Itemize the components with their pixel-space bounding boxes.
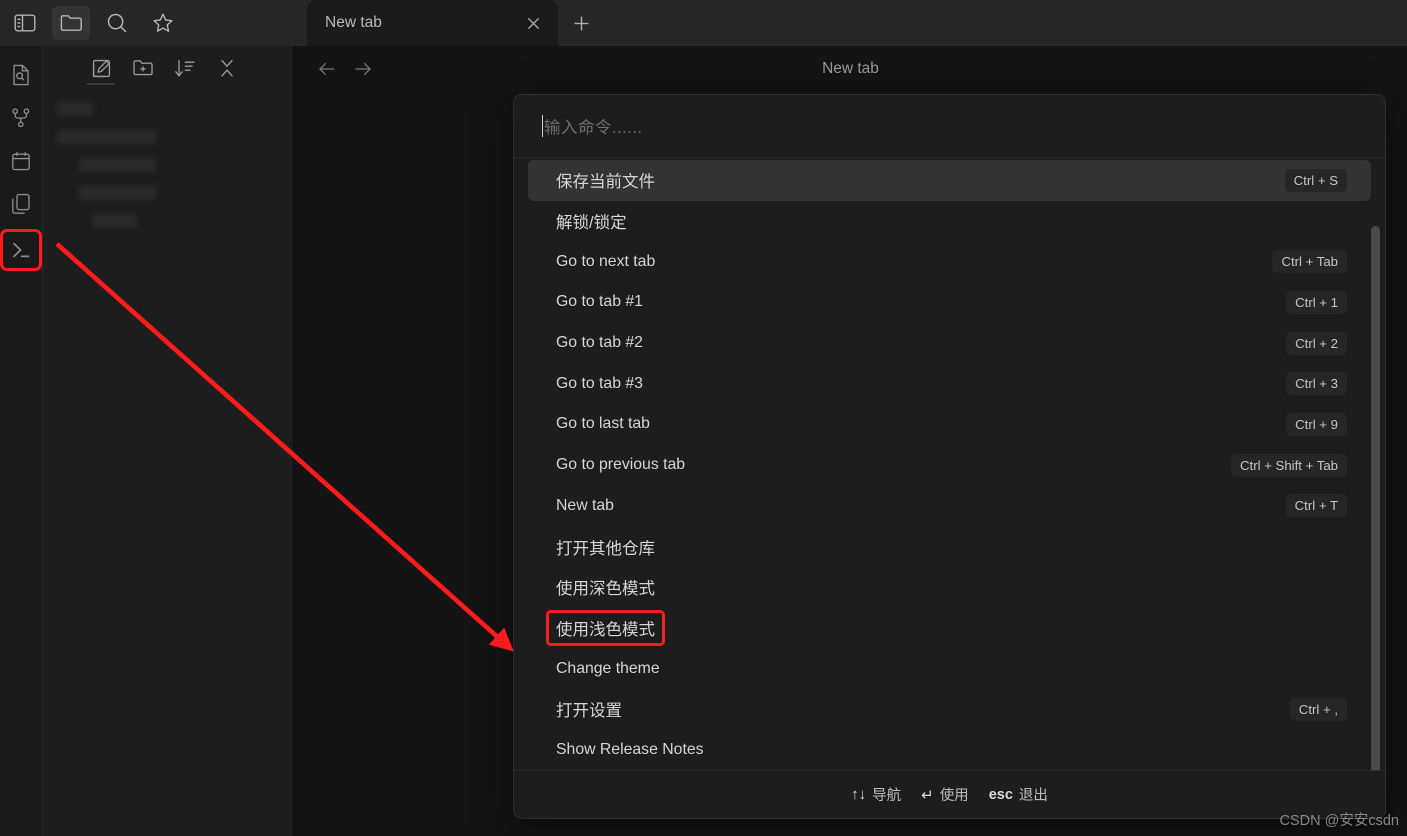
command-shortcut: Ctrl + T — [1285, 494, 1347, 518]
star-icon[interactable] — [144, 6, 182, 40]
file-search-icon[interactable] — [6, 60, 36, 90]
command-shortcut: Ctrl + 9 — [1286, 412, 1347, 436]
hint-navigate-label: 导航 — [872, 788, 902, 804]
command-item[interactable]: 解锁/锁定 — [528, 201, 1371, 242]
command-label: 保存当前文件 — [556, 173, 655, 192]
nav-arrow-group — [294, 58, 374, 80]
command-label: 使用浅色模式 — [546, 609, 665, 646]
command-item[interactable]: Go to last tab Ctrl + 9 — [528, 404, 1371, 445]
page-title: New tab — [822, 59, 879, 77]
enter-icon: ↵ — [921, 786, 934, 804]
command-item[interactable]: 打开其他仓库 — [528, 526, 1371, 567]
command-item[interactable]: Go to tab #2 Ctrl + 2 — [528, 323, 1371, 364]
command-label: 打开设置 — [556, 702, 622, 721]
command-item[interactable]: Go to previous tab Ctrl + Shift + Tab — [528, 445, 1371, 486]
top-bar: New tab — [0, 0, 1407, 46]
list-item[interactable] — [79, 186, 156, 200]
new-note-icon[interactable] — [87, 56, 115, 85]
new-tab-button[interactable] — [558, 0, 604, 46]
command-label: Show Release Notes — [556, 740, 704, 758]
sidebar-toolbar — [43, 46, 293, 90]
file-sidebar — [43, 46, 294, 836]
calendar-icon[interactable] — [6, 146, 36, 176]
esc-key-label: esc — [988, 786, 1013, 803]
activity-bar — [0, 46, 43, 836]
command-item-light-mode[interactable]: 使用浅色模式 — [528, 608, 1371, 649]
command-label: Go to previous tab — [556, 456, 686, 474]
command-item[interactable]: Show Release Notes — [528, 730, 1371, 770]
copy-files-icon[interactable] — [6, 189, 36, 219]
top-bar-icon-group — [0, 0, 182, 46]
command-item[interactable]: New tab Ctrl + T — [528, 486, 1371, 527]
hint-use: ↵ 使用 — [921, 784, 969, 805]
command-shortcut: Ctrl + , — [1289, 697, 1347, 721]
command-list: 保存当前文件 Ctrl + S 解锁/锁定 Go to next tab Ctr… — [514, 158, 1385, 770]
list-item[interactable] — [79, 158, 156, 172]
command-input-row[interactable]: 输入命令...... — [514, 95, 1385, 158]
command-label: Go to next tab — [556, 252, 656, 270]
command-shortcut: Ctrl + S — [1284, 168, 1347, 192]
command-item[interactable]: 打开设置 Ctrl + , — [528, 689, 1371, 730]
command-shortcut: Ctrl + 3 — [1286, 372, 1347, 396]
command-shortcut: Ctrl + Shift + Tab — [1231, 453, 1347, 477]
folder-icon[interactable] — [52, 6, 90, 40]
arrow-updown-icon: ↑↓ — [851, 786, 867, 803]
command-label: New tab — [556, 496, 614, 514]
hint-navigate: ↑↓ 导航 — [851, 784, 901, 805]
command-shortcut: Ctrl + 2 — [1286, 331, 1347, 355]
toggle-sidebar-icon[interactable] — [6, 6, 44, 40]
tab-strip: New tab — [307, 0, 604, 46]
command-palette: 输入命令...... 保存当前文件 Ctrl + S 解锁/锁定 Go to n… — [513, 94, 1386, 819]
forward-arrow-icon[interactable] — [352, 58, 374, 80]
command-label: 打开其他仓库 — [556, 539, 655, 558]
palette-footer: ↑↓ 导航 ↵ 使用 esc 退出 — [514, 770, 1385, 818]
command-label: Go to tab #3 — [556, 374, 643, 392]
command-item[interactable]: Go to tab #3 Ctrl + 3 — [528, 363, 1371, 404]
app-window: New tab New tab 输入命令...... 保存当前文件 Ctrl +… — [0, 0, 1407, 836]
hint-exit-label: 退出 — [1018, 788, 1048, 804]
hint-use-label: 使用 — [939, 788, 969, 804]
text-caret — [542, 115, 543, 137]
new-folder-icon[interactable] — [131, 56, 155, 80]
watermark: CSDN @安安csdn — [1279, 813, 1399, 829]
command-item[interactable]: Go to next tab Ctrl + Tab — [528, 241, 1371, 282]
command-shortcut: Ctrl + Tab — [1272, 250, 1347, 274]
tab-title: New tab — [325, 14, 382, 31]
close-icon[interactable] — [522, 12, 544, 34]
search-input[interactable]: 输入命令...... — [544, 114, 643, 138]
command-item[interactable]: 使用深色模式 — [528, 567, 1371, 608]
command-item[interactable]: Change theme — [528, 648, 1371, 689]
terminal-icon[interactable] — [0, 229, 42, 271]
command-label: Go to last tab — [556, 415, 650, 433]
collapse-all-icon[interactable] — [215, 56, 239, 80]
command-label: Go to tab #1 — [556, 293, 643, 311]
file-list — [43, 90, 293, 228]
list-item[interactable] — [57, 102, 93, 116]
main-header: New tab — [294, 46, 1407, 91]
search-icon[interactable] — [98, 6, 136, 40]
git-branch-icon[interactable] — [6, 103, 36, 133]
back-arrow-icon[interactable] — [316, 58, 338, 80]
command-label: 解锁/锁定 — [556, 214, 627, 233]
command-label: Go to tab #2 — [556, 334, 643, 352]
tab-new-tab[interactable]: New tab — [307, 0, 558, 46]
list-item[interactable] — [93, 214, 137, 228]
palette-scrollbar[interactable] — [1371, 226, 1380, 770]
hint-exit: esc 退出 — [989, 784, 1048, 805]
sort-icon[interactable] — [173, 56, 197, 80]
list-item[interactable] — [57, 130, 156, 144]
command-item[interactable]: Go to tab #1 Ctrl + 1 — [528, 282, 1371, 323]
command-shortcut: Ctrl + 1 — [1286, 290, 1347, 314]
command-item[interactable]: 保存当前文件 Ctrl + S — [528, 160, 1371, 201]
command-label: 使用深色模式 — [556, 580, 655, 599]
command-label: Change theme — [556, 659, 660, 677]
